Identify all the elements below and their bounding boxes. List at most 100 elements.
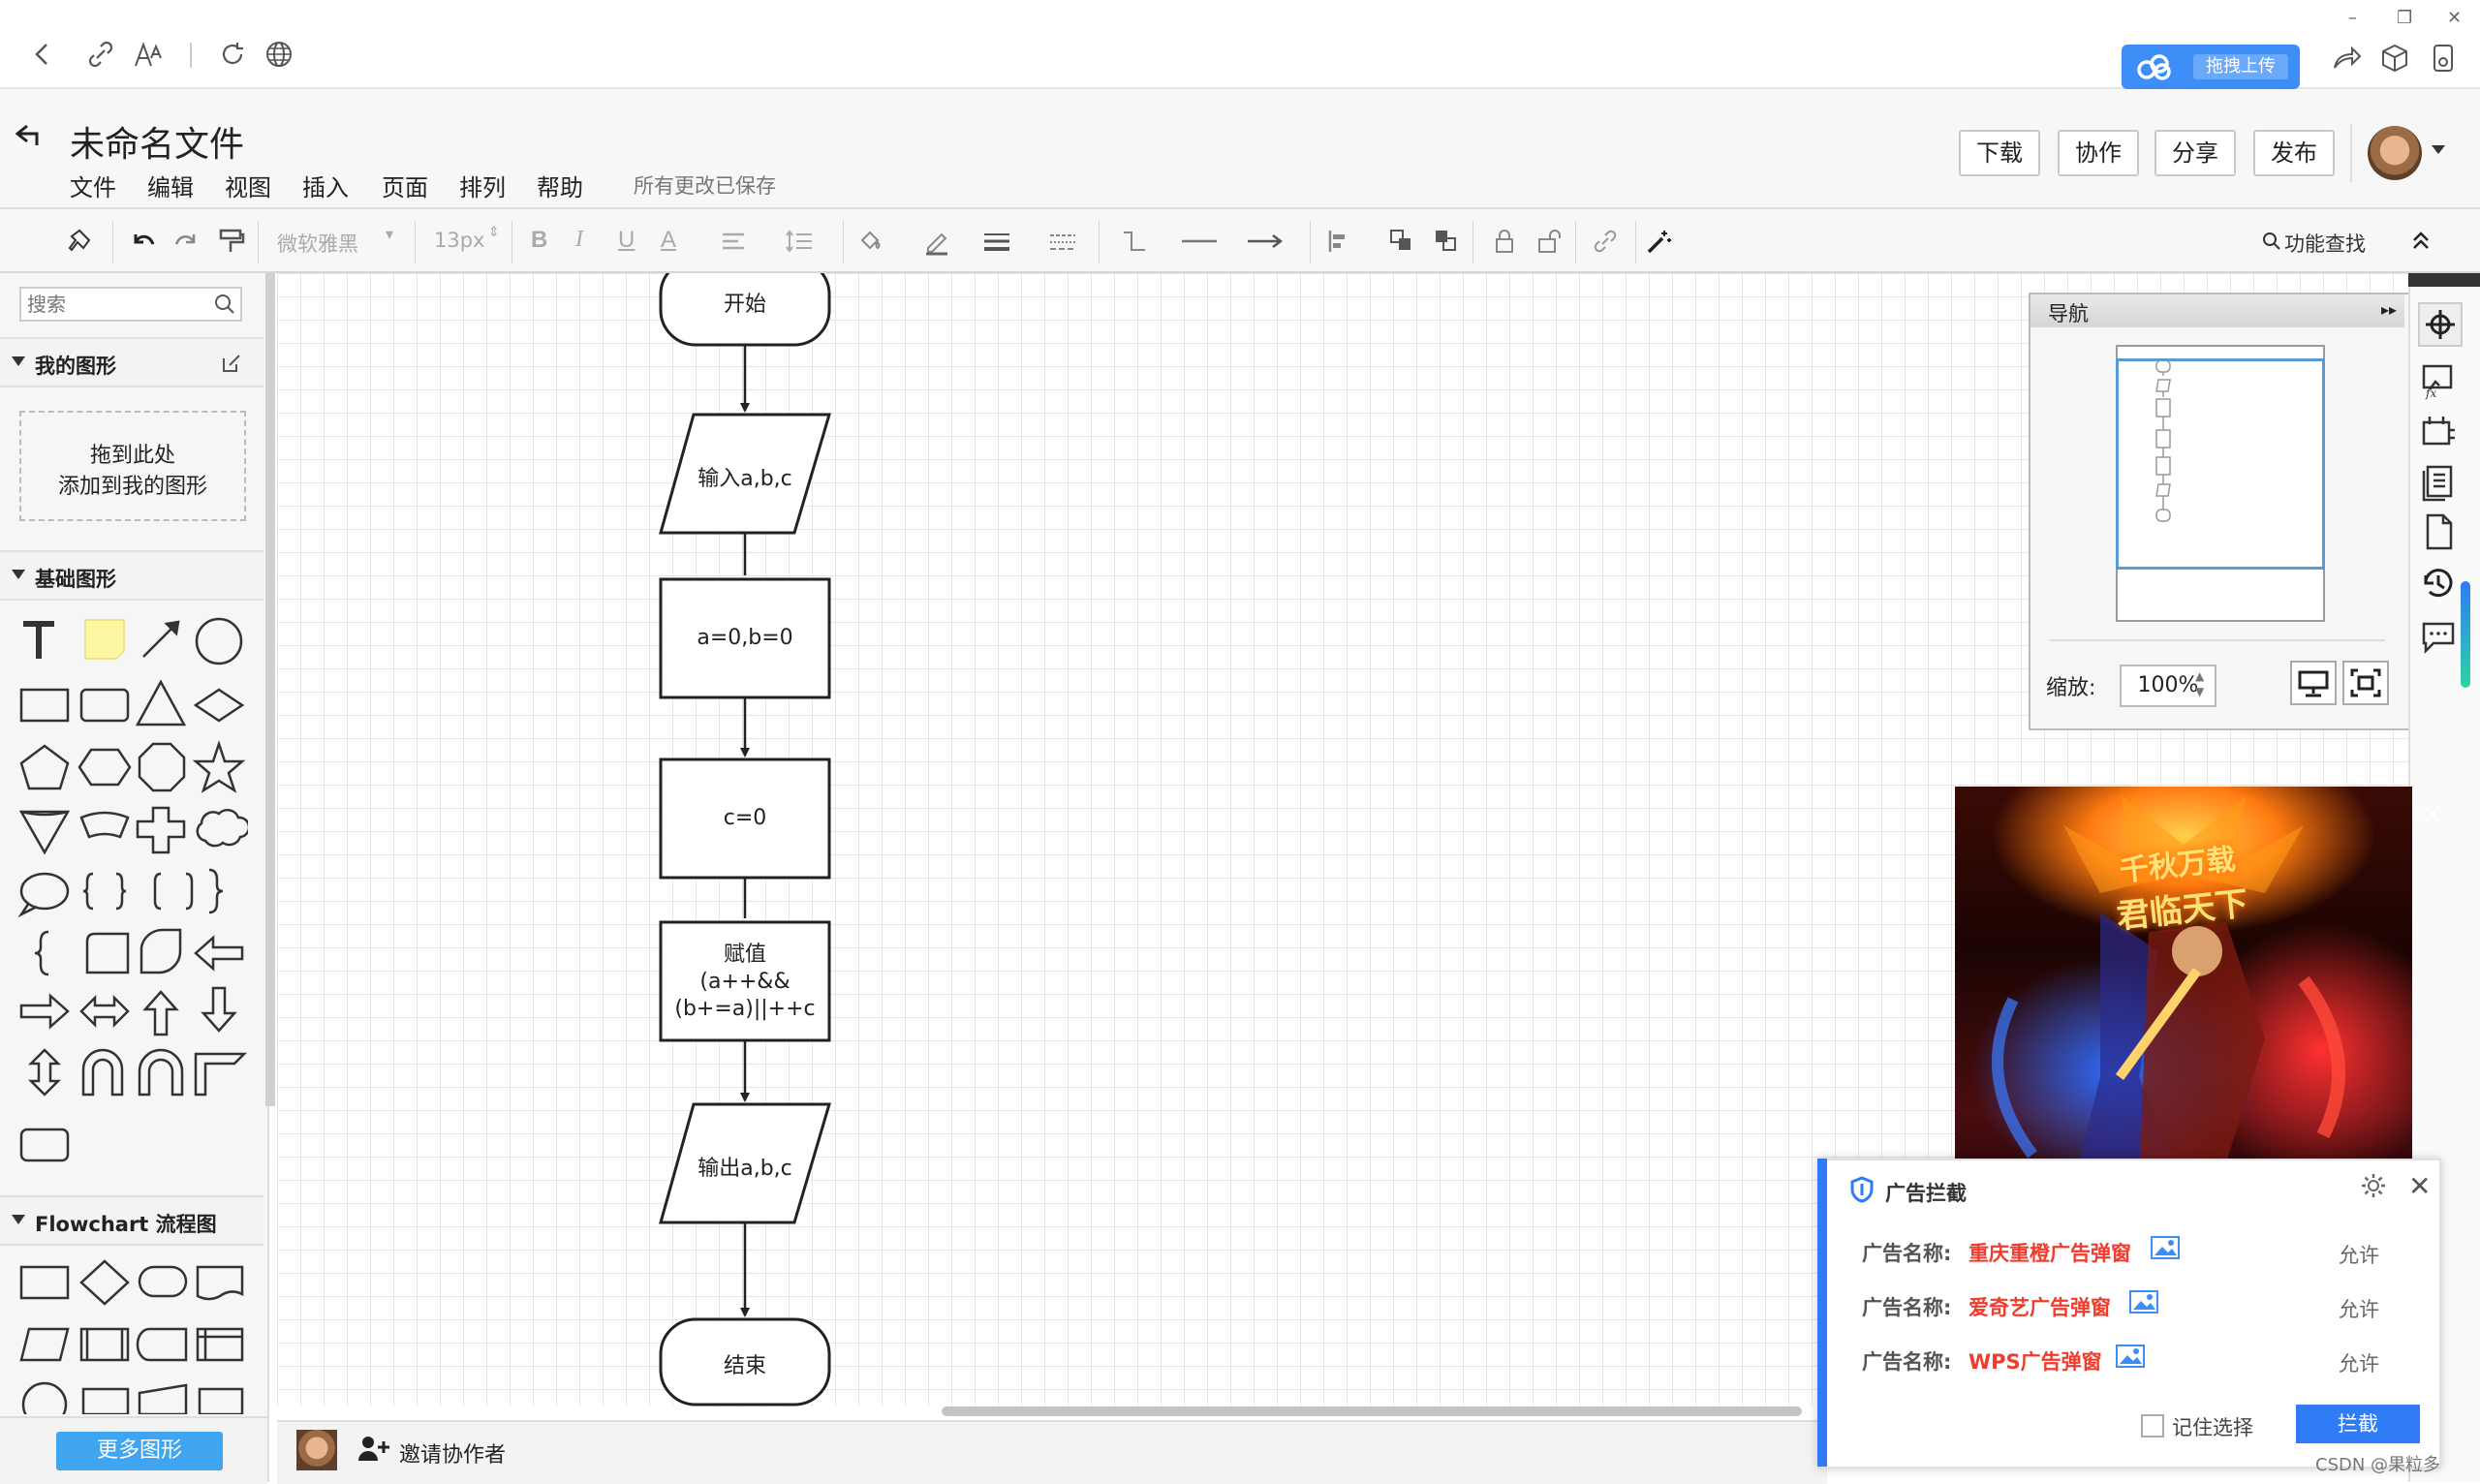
left-brace-shape-icon[interactable] bbox=[34, 930, 49, 976]
send-back-icon[interactable] bbox=[1432, 227, 1461, 256]
collapse-right-icon[interactable]: ▸▸ bbox=[2381, 300, 2397, 319]
triangle-shape-icon[interactable] bbox=[135, 679, 187, 727]
menu-insert[interactable]: 插入 bbox=[302, 169, 349, 202]
italic-button[interactable]: I bbox=[575, 227, 583, 253]
up-down-arrow-shape-icon[interactable] bbox=[27, 1048, 62, 1097]
invite-collaborator-label[interactable]: 邀请协作者 bbox=[399, 1438, 506, 1469]
lock-icon[interactable] bbox=[1490, 227, 1519, 256]
link-icon[interactable] bbox=[83, 37, 118, 72]
cross-shape-icon[interactable] bbox=[136, 806, 186, 854]
note-shape-icon[interactable] bbox=[84, 619, 125, 660]
ellipse-callout-shape-icon[interactable] bbox=[17, 872, 70, 918]
corner-shape-icon[interactable] bbox=[194, 1052, 248, 1097]
line-start-icon[interactable] bbox=[1180, 227, 1219, 256]
circle-shape-icon[interactable] bbox=[195, 617, 243, 665]
allow-button[interactable]: 允许 bbox=[2339, 1240, 2379, 1269]
underline-button[interactable]: U bbox=[618, 227, 635, 254]
link-icon[interactable] bbox=[1591, 227, 1620, 256]
octagon-shape-icon[interactable] bbox=[138, 742, 186, 792]
data-panel-icon[interactable] bbox=[2418, 461, 2459, 502]
comment-icon[interactable] bbox=[2418, 616, 2459, 657]
flowchart-section-header[interactable]: Flowchart 流程图 bbox=[0, 1195, 264, 1246]
fit-screen-icon[interactable] bbox=[2342, 661, 2389, 705]
document-shape-icon[interactable] bbox=[196, 1265, 244, 1301]
terminator-shape-icon[interactable] bbox=[138, 1265, 188, 1298]
refresh-icon[interactable] bbox=[215, 37, 250, 72]
collapse-toolbar-icon[interactable] bbox=[2406, 227, 2435, 256]
small-rounded-rect-shape-icon[interactable] bbox=[19, 1128, 70, 1162]
arrow-line-icon[interactable] bbox=[142, 620, 180, 658]
redo-icon[interactable] bbox=[172, 227, 202, 256]
zoom-stepper-icon[interactable]: ▲ ▼ bbox=[2195, 668, 2204, 699]
download-button[interactable]: 下载 bbox=[1959, 130, 2040, 176]
align-icon[interactable] bbox=[1325, 227, 1354, 256]
chevron-down-icon[interactable] bbox=[2432, 145, 2445, 154]
line-spacing-icon[interactable] bbox=[785, 227, 814, 256]
search-icon[interactable] bbox=[2261, 231, 2282, 252]
shape-icon[interactable] bbox=[198, 1387, 244, 1414]
allow-button[interactable]: 允许 bbox=[2339, 1294, 2379, 1323]
predefined-process-shape-icon[interactable] bbox=[79, 1327, 130, 1362]
more-shapes-button[interactable]: 更多图形 bbox=[56, 1432, 223, 1470]
stored-data-shape-icon[interactable] bbox=[136, 1327, 188, 1362]
cloud-upload-button[interactable]: 拖拽上传 bbox=[2122, 45, 2300, 89]
internal-storage-shape-icon[interactable] bbox=[196, 1327, 244, 1362]
diamond-shape-icon[interactable] bbox=[193, 688, 245, 723]
text-shape-icon[interactable] bbox=[23, 621, 54, 659]
menu-arrange[interactable]: 排列 bbox=[459, 169, 506, 202]
shape-search-input[interactable] bbox=[19, 287, 242, 322]
line-color-icon[interactable] bbox=[922, 227, 951, 256]
block-button[interactable]: 拦截 bbox=[2296, 1405, 2420, 1443]
image-icon[interactable] bbox=[2129, 1290, 2158, 1314]
font-size-icon[interactable] bbox=[132, 37, 167, 72]
undo-icon[interactable] bbox=[128, 227, 157, 256]
globe-icon[interactable] bbox=[262, 37, 296, 72]
menu-file[interactable]: 文件 bbox=[70, 169, 116, 202]
basic-shapes-section-header[interactable]: 基础图形 bbox=[0, 550, 264, 601]
process-shape-icon[interactable] bbox=[19, 1265, 70, 1300]
left-panel-scrollbar[interactable] bbox=[265, 273, 275, 1106]
share-button[interactable]: 分享 bbox=[2154, 130, 2236, 176]
search-icon[interactable] bbox=[213, 293, 236, 316]
return-icon[interactable] bbox=[14, 120, 46, 149]
pentagon-shape-icon[interactable] bbox=[19, 744, 70, 790]
collaborate-button[interactable]: 协作 bbox=[2058, 130, 2139, 176]
settings-gear-icon[interactable] bbox=[2360, 1172, 2387, 1199]
menu-edit[interactable]: 编辑 bbox=[147, 169, 194, 202]
brackets-shape-icon[interactable] bbox=[153, 872, 194, 911]
minimize-window-icon[interactable]: – bbox=[2348, 8, 2357, 28]
manual-input-shape-icon[interactable] bbox=[138, 1383, 188, 1414]
image-icon[interactable] bbox=[2151, 1236, 2180, 1259]
card-shape-icon[interactable] bbox=[81, 1387, 130, 1414]
menu-help[interactable]: 帮助 bbox=[537, 169, 583, 202]
collaborator-avatar[interactable] bbox=[296, 1430, 337, 1470]
share-arrow-icon[interactable] bbox=[2329, 41, 2364, 76]
left-arrow-shape-icon[interactable] bbox=[194, 935, 244, 972]
funnel-shape-icon[interactable] bbox=[18, 810, 71, 855]
line-width-icon[interactable] bbox=[982, 227, 1011, 256]
user-avatar[interactable] bbox=[2368, 126, 2422, 180]
navigator-title-bar[interactable]: 导航 ▸▸ bbox=[2030, 294, 2404, 327]
unlock-icon[interactable] bbox=[1534, 227, 1564, 256]
connector-shape-icon[interactable] bbox=[21, 1381, 68, 1414]
extension-icon[interactable] bbox=[2426, 41, 2461, 76]
u-turn-arrow-shape-icon[interactable] bbox=[81, 1048, 124, 1097]
double-arrow-shape-icon[interactable] bbox=[79, 994, 130, 1029]
close-icon[interactable]: ✕ bbox=[2420, 798, 2444, 832]
line-end-arrow-icon[interactable] bbox=[1246, 227, 1285, 256]
line-style-icon[interactable] bbox=[1048, 227, 1077, 256]
down-arrow-shape-icon[interactable] bbox=[201, 986, 237, 1033]
magic-wand-icon[interactable] bbox=[1645, 227, 1674, 256]
close-icon[interactable]: ✕ bbox=[2408, 1170, 2431, 1202]
rectangle-shape-icon[interactable] bbox=[19, 688, 70, 723]
font-size-select[interactable]: 13px bbox=[434, 229, 484, 252]
page-icon[interactable] bbox=[2418, 511, 2459, 552]
style-panel-icon[interactable]: fx bbox=[2418, 360, 2459, 401]
font-family-select[interactable]: 微软雅黑 bbox=[277, 229, 358, 258]
connector-style-icon[interactable] bbox=[1120, 227, 1149, 256]
history-icon[interactable] bbox=[2418, 564, 2459, 604]
paint-format-icon[interactable] bbox=[217, 227, 246, 256]
arch-shape-icon[interactable] bbox=[138, 1048, 184, 1097]
text-align-icon[interactable] bbox=[719, 227, 748, 256]
data-shape-icon[interactable] bbox=[19, 1327, 70, 1362]
